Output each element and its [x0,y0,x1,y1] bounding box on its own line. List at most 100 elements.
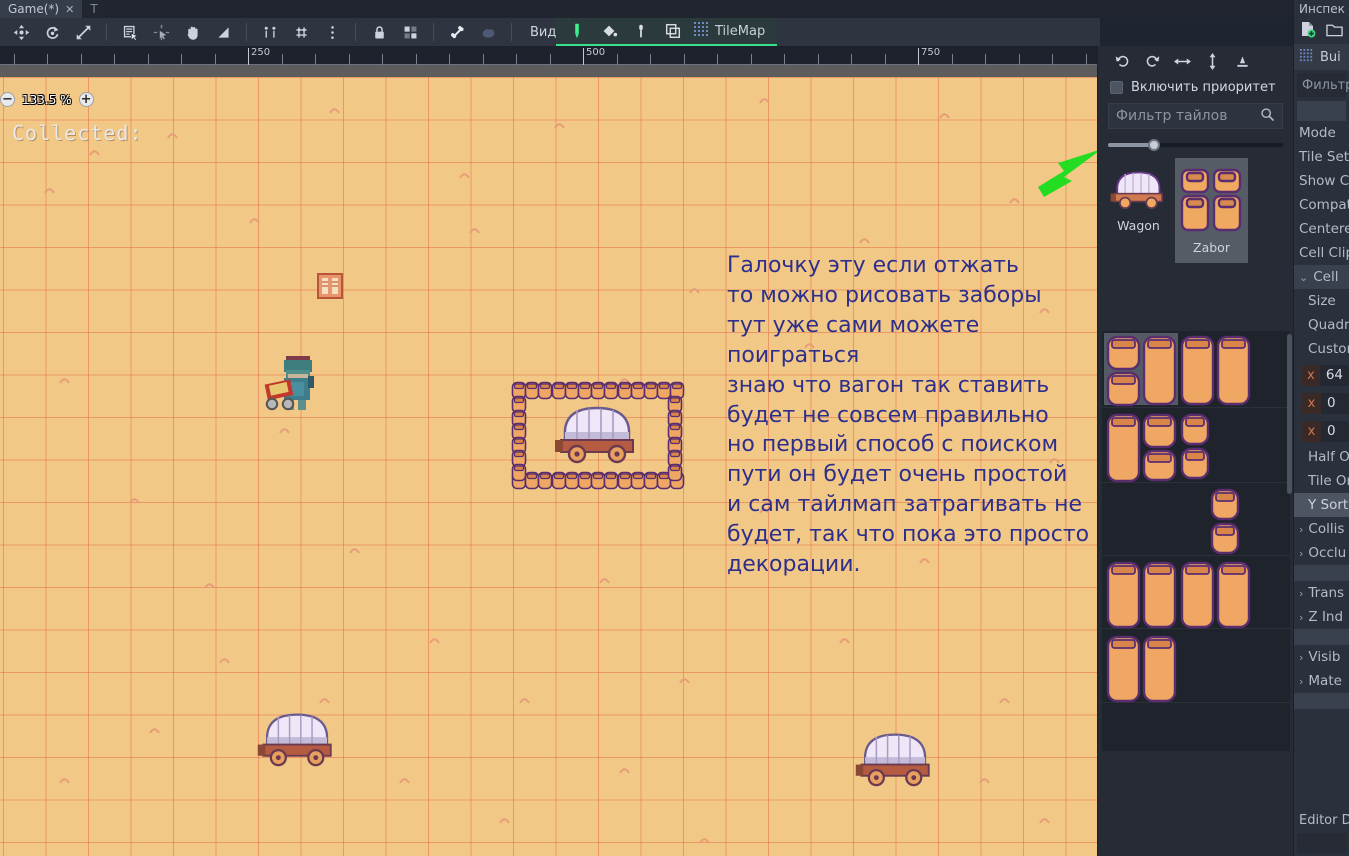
viewport-canvas[interactable]: 250500750 [0,46,1097,856]
chevron-right-icon[interactable]: › [1299,587,1303,600]
eraser-icon[interactable] [1228,49,1256,73]
editor-tab-strip[interactable]: Game(*) ✕ T [0,0,1290,18]
zoom-in-button[interactable]: + [79,92,94,107]
wagon-sprite-left[interactable] [254,709,342,767]
inspector-filter-field[interactable]: Фильтр [1297,73,1346,97]
snap-smart-icon[interactable] [255,19,285,45]
inspector-selected-row[interactable] [1297,101,1346,121]
fence-tile-variant[interactable] [1216,561,1251,629]
paint-tool-icon[interactable] [562,19,592,43]
fence-tile-variant[interactable] [1142,335,1177,406]
overflow-menu-icon[interactable] [317,19,347,45]
axis-x-value[interactable]: 0 [1321,421,1349,442]
inspector-vector-field[interactable]: x0 [1294,389,1349,417]
chevron-right-icon[interactable]: › [1299,523,1303,536]
rect-tool-icon[interactable] [658,19,688,43]
flip-horizontal-icon[interactable] [1168,49,1196,73]
inspector-panel[interactable]: Инспек Bui Фильтр ModeTile SetShow CComp… [1293,0,1349,856]
inspector-footer[interactable]: Editor D [1294,809,1349,856]
inspector-vector-field[interactable]: x0 [1294,417,1349,445]
rotate-tool-icon[interactable] [37,19,67,45]
wagon-sprite-fenced[interactable] [551,402,645,464]
fence-tile-variant[interactable] [1106,335,1141,371]
fence-tile-variant[interactable] [1180,413,1210,446]
enable-priority-checkbox[interactable] [1110,81,1123,94]
fence-post[interactable] [511,463,527,483]
inspector-property-collis[interactable]: ›Collis [1294,517,1349,541]
snap-grid-icon[interactable] [286,19,316,45]
inspector-property-compat[interactable]: Compat [1294,193,1349,217]
fence-tile-variant[interactable] [1210,522,1240,555]
cursor-snap-icon[interactable] [146,19,176,45]
inspector-property-y-sort[interactable]: Y Sort [1294,493,1349,517]
line-tool-icon[interactable] [626,19,656,43]
scene-viewport[interactable]: − 133.5 % + Collected: Галочку эту если … [0,65,1097,856]
main-toolbar[interactable]: Вид [0,18,1100,46]
book-item-sprite[interactable] [316,272,344,300]
inspector-property-cell[interactable]: ⌄Cell [1294,265,1349,289]
inspector-node-header[interactable]: Bui [1294,44,1349,70]
fence-tile-variant[interactable] [1180,447,1210,480]
tab-t[interactable]: T [82,0,105,18]
inspector-property-show-c[interactable]: Show C [1294,169,1349,193]
chevron-right-icon[interactable]: › [1299,651,1303,664]
tile-variants-panel[interactable] [1102,331,1290,751]
fence-tile-variant[interactable] [1210,488,1240,521]
inspector-property-mode[interactable]: Mode [1294,121,1349,145]
pan-hand-icon[interactable] [177,19,207,45]
open-folder-icon[interactable] [1326,22,1343,41]
inspector-property-size[interactable]: Size [1294,289,1349,313]
tileset-source-list[interactable]: Wagon Zabor [1102,158,1289,263]
axis-x-value[interactable]: 0 [1321,393,1349,414]
fence-tile-variant[interactable] [1106,413,1141,483]
zoom-controls[interactable]: − 133.5 % + [0,92,94,107]
axis-x-value[interactable]: 64 [1320,365,1349,386]
inspector-property-z-ind[interactable]: ›Z Ind [1294,605,1349,629]
bucket-fill-icon[interactable] [594,19,624,43]
inspector-property-occlu[interactable]: ›Occlu [1294,541,1349,565]
inspector-property-cell-clip[interactable]: Cell Clip [1294,241,1349,265]
palette-scrollbar[interactable] [1287,334,1292,494]
close-icon[interactable]: ✕ [65,3,74,16]
zoom-out-button[interactable]: − [0,92,15,107]
inspector-property-tile-or[interactable]: Tile Or [1294,469,1349,493]
inspector-property-list[interactable]: ModeTile SetShow CCompatCentereCell Clip… [1294,121,1349,709]
lock-icon[interactable] [364,19,394,45]
fence-tile-variant[interactable] [1142,561,1177,629]
list-select-icon[interactable] [115,19,145,45]
ruler-icon[interactable] [208,19,238,45]
bone-icon[interactable] [442,19,472,45]
tilemap-mode-bar[interactable]: TileMap [556,18,777,46]
group-icon[interactable] [395,19,425,45]
rotate-left-icon[interactable] [1108,49,1136,73]
chevron-right-icon[interactable]: › [1299,675,1303,688]
fence-tile-variant[interactable] [1216,335,1251,406]
chevron-right-icon[interactable]: › [1299,547,1303,560]
tab-game[interactable]: Game(*) ✕ [0,0,82,18]
chevron-down-icon[interactable]: ⌄ [1299,271,1308,284]
fence-tile-variant[interactable] [1142,635,1177,703]
enable-priority-row[interactable]: Включить приоритет [1098,76,1293,101]
tile-transform-toolbar[interactable] [1098,46,1293,76]
editor-description-box[interactable] [1297,833,1347,853]
inspector-property-mate[interactable]: ›Mate [1294,669,1349,693]
search-icon[interactable] [1260,107,1275,126]
tile-palette-dock[interactable]: Включить приоритет Фильтр тайлов [1097,46,1293,856]
new-resource-icon[interactable] [1300,21,1316,42]
move-tool-icon[interactable] [6,19,36,45]
rotate-right-icon[interactable] [1138,49,1166,73]
fence-tile-variant[interactable] [1142,449,1177,482]
fence-tile-variant[interactable] [1180,335,1215,406]
tileset-source-zabor[interactable]: Zabor [1175,158,1248,263]
mask-icon[interactable] [473,19,503,45]
player-character-sprite[interactable] [262,350,328,416]
scale-tool-icon[interactable] [68,19,98,45]
tile-filter-field[interactable]: Фильтр тайлов [1108,103,1283,129]
fence-tile-variant[interactable] [1106,371,1141,407]
inspector-toolbar[interactable] [1294,18,1349,44]
inspector-property-custom[interactable]: Custom [1294,337,1349,361]
inspector-property-trans[interactable]: ›Trans [1294,581,1349,605]
inspector-vector-field[interactable]: x64 [1294,361,1349,389]
flip-vertical-icon[interactable] [1198,49,1226,73]
inspector-property-visib[interactable]: ›Visib [1294,645,1349,669]
